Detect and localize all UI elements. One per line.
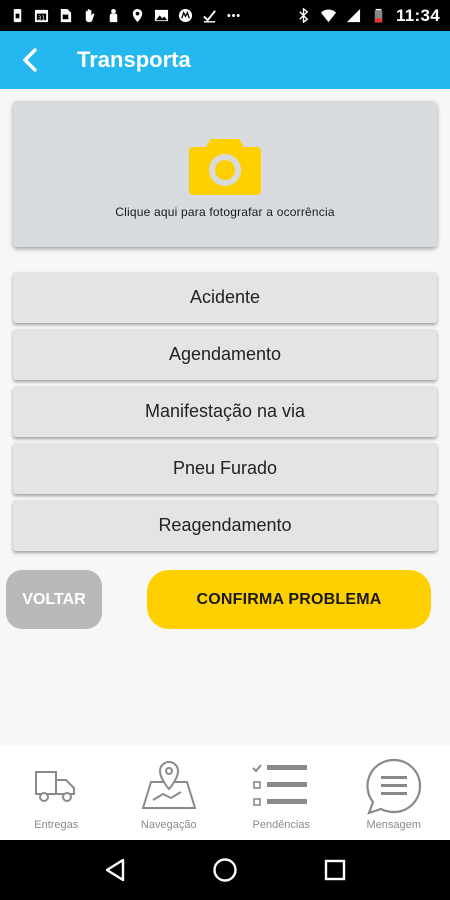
nav-mensagem[interactable]: Mensagem	[338, 746, 450, 840]
option-acidente[interactable]: Acidente	[13, 272, 437, 323]
notification-icons: 31	[10, 8, 241, 23]
voltar-button[interactable]: VOLTAR	[6, 570, 102, 629]
image-icon	[154, 9, 169, 22]
home-circle-icon	[213, 858, 237, 882]
motorola-icon	[178, 8, 193, 23]
system-recents-button[interactable]	[315, 850, 355, 890]
system-home-button[interactable]	[205, 850, 245, 890]
system-back-button[interactable]	[95, 850, 135, 890]
take-photo-card[interactable]: Clique aqui para fotografar a ocorrência	[13, 101, 437, 247]
main-content: Clique aqui para fotografar a ocorrência…	[0, 89, 450, 746]
status-bar: 31 11:34	[0, 0, 450, 31]
sim-icon	[60, 8, 72, 23]
nav-label-entregas: Entregas	[34, 819, 79, 831]
system-status: 11:34	[296, 6, 440, 26]
back-triangle-icon	[105, 858, 125, 882]
person-icon	[109, 8, 118, 23]
nav-entregas[interactable]: Entregas	[0, 746, 113, 840]
battery-icon	[374, 8, 383, 23]
map-pin-icon	[141, 760, 197, 809]
bottom-navigation: Entregas Navegação Pendências Mensagem	[0, 746, 450, 840]
svg-text:31: 31	[38, 16, 46, 22]
nav-label-mensagem: Mensagem	[366, 819, 421, 831]
option-pneu-furado[interactable]: Pneu Furado	[13, 443, 437, 494]
hand-icon	[85, 8, 95, 23]
app-bar: Transporta	[0, 31, 450, 89]
clock: 11:34	[395, 5, 440, 25]
chat-bubble-icon	[366, 758, 421, 815]
more-icon	[227, 14, 240, 17]
chevron-left-icon	[23, 48, 37, 72]
problem-options-list: Acidente Agendamento Manifestação na via…	[13, 272, 437, 557]
system-navigation-bar	[0, 840, 450, 900]
signal-icon	[346, 8, 361, 23]
option-manifestacao[interactable]: Manifestação na via	[13, 386, 437, 437]
photo-card-label: Clique aqui para fotografar a ocorrência	[115, 205, 335, 219]
nav-pendencias[interactable]: Pendências	[225, 746, 338, 840]
back-button[interactable]	[0, 31, 60, 89]
wifi-icon	[320, 9, 336, 23]
option-reagendamento[interactable]: Reagendamento	[13, 500, 437, 551]
option-agendamento[interactable]: Agendamento	[13, 329, 437, 380]
truck-icon	[35, 771, 76, 802]
location-icon	[132, 8, 143, 23]
camera-icon	[189, 139, 261, 195]
nav-navegacao[interactable]: Navegação	[113, 746, 226, 840]
nav-label-navegacao: Navegação	[140, 819, 197, 831]
recents-square-icon	[324, 859, 346, 881]
download-icon	[203, 10, 216, 23]
bluetooth-icon	[299, 8, 309, 23]
confirma-problema-button[interactable]: CONFIRMA PROBLEMA	[147, 570, 431, 629]
checklist-icon	[252, 764, 308, 806]
nav-label-pendencias: Pendências	[252, 819, 311, 831]
calendar-icon: 31	[34, 9, 49, 23]
page-title: Transporta	[77, 47, 191, 72]
phone-lock-icon	[13, 8, 22, 23]
